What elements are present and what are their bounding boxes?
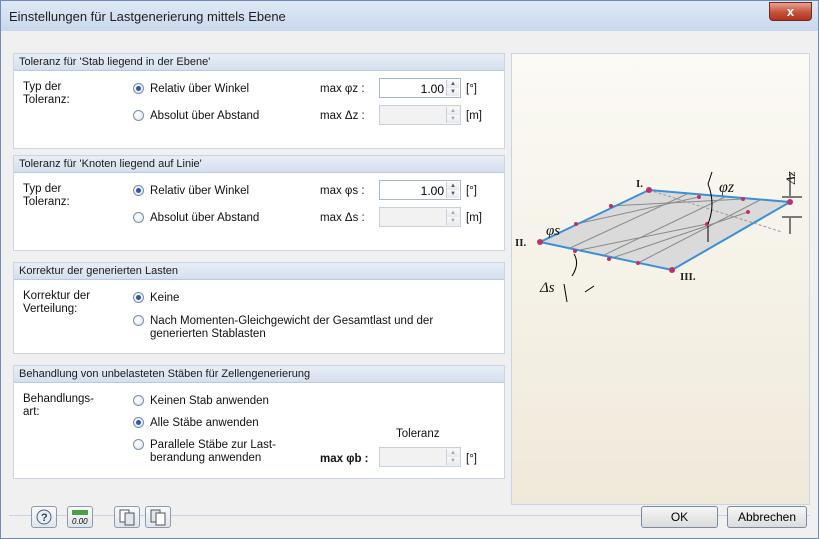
spin-down-icon[interactable]: ▼ [447,217,459,225]
max-delta-s-spinner[interactable]: ▲ ▼ [379,207,461,227]
decimal-icon: 0.00 [72,510,88,526]
spin-up-icon[interactable]: ▲ [447,107,459,115]
max-phi-z-value[interactable]: 1.00 [421,82,444,96]
max-delta-s-label: max Δs : [320,212,365,224]
radio-absolute-distance[interactable] [133,212,144,223]
max-phi-b-label: max φb : [320,453,369,465]
spinner-arrows[interactable]: ▲ ▼ [446,209,459,225]
unit-deg: [°] [466,83,477,95]
max-delta-z-spinner[interactable]: ▲ ▼ [379,105,461,125]
panel-header: Toleranz für 'Knoten liegend auf Linie' [14,156,504,173]
paste-settings-icon [150,509,166,526]
panel-header: Toleranz für 'Stab liegend in der Ebene' [14,54,504,71]
spin-down-icon[interactable]: ▼ [447,457,459,465]
phi-s-label: φs [546,223,560,239]
help-button[interactable]: ? [31,506,57,528]
radio-absolute-distance-label[interactable]: Absolut über Abstand [150,212,259,225]
radio-absolute-distance[interactable] [133,110,144,121]
plane-surface [540,190,790,270]
delta-s-label: Δs [539,280,555,296]
dialog-client: Toleranz für 'Stab liegend in der Ebene'… [9,31,810,531]
ok-button[interactable]: OK [641,506,718,528]
unit-m: [m] [466,110,482,122]
tolerance-label: Toleranz [396,428,440,440]
radio-relative-angle-label[interactable]: Relativ über Winkel [150,83,249,96]
radio-none-label[interactable]: Keine [150,292,179,305]
radio-relative-angle[interactable] [133,185,144,196]
copy-settings-button[interactable] [114,506,140,528]
delta-z-label: Δz [783,171,798,185]
node-label-ii: II. [515,237,527,249]
max-delta-z-label: max Δz : [320,110,365,122]
dialog-window: Einstellungen für Lastgenerierung mittel… [0,0,819,539]
decimal-places-button[interactable]: 0.00 [67,506,93,528]
plane-diagram: I. II. III. φz φs Δs Δz [515,171,802,303]
spin-down-icon[interactable]: ▼ [447,190,459,198]
radio-no-member[interactable] [133,395,144,406]
treatment-type-label: Behandlungs-art: [23,393,94,418]
tolerance-type-label: Typ der Toleranz: [23,81,70,106]
unit-deg: [°] [466,453,477,465]
spin-up-icon[interactable]: ▲ [447,449,459,457]
panel-unloaded-members: Behandlung von unbelasteten Stäben für Z… [13,365,505,479]
radio-all-members[interactable] [133,417,144,428]
title-bar[interactable]: Einstellungen für Lastgenerierung mittel… [1,1,818,31]
copy-settings-icon [119,509,135,526]
spin-up-icon[interactable]: ▲ [447,209,459,217]
close-button[interactable]: x [769,2,812,21]
radio-parallel-members[interactable] [133,439,144,450]
unit-deg: [°] [466,185,477,197]
radio-parallel-members-label[interactable]: Parallele Stäbe zur Last-berandung anwen… [150,439,290,465]
svg-text:?: ? [41,512,48,524]
panel-node-on-line-tolerance: Toleranz für 'Knoten liegend auf Linie' … [13,155,505,251]
radio-relative-angle-label[interactable]: Relativ über Winkel [150,185,249,198]
help-icon: ? [36,509,52,525]
svg-text:0.00: 0.00 [72,517,88,526]
radio-absolute-distance-label[interactable]: Absolut über Abstand [150,110,259,123]
max-phi-s-spinner[interactable]: 1.00 ▲ ▼ [379,180,461,200]
spin-up-icon[interactable]: ▲ [447,80,459,88]
radio-moment-equilibrium-label[interactable]: Nach Momenten-Gleichgewicht der Gesamtla… [150,315,440,341]
spinner-arrows[interactable]: ▲ ▼ [446,80,459,96]
max-phi-s-value[interactable]: 1.00 [421,184,444,198]
spin-up-icon[interactable]: ▲ [447,182,459,190]
radio-relative-angle[interactable] [133,83,144,94]
spin-down-icon[interactable]: ▼ [447,88,459,96]
max-phi-z-label: max φz : [320,83,365,95]
spin-down-icon[interactable]: ▼ [447,115,459,123]
max-phi-b-spinner[interactable]: ▲ ▼ [379,447,461,467]
spinner-arrows[interactable]: ▲ ▼ [446,449,459,465]
spinner-arrows[interactable]: ▲ ▼ [446,182,459,198]
max-phi-s-label: max φs : [320,185,365,197]
max-phi-z-spinner[interactable]: 1.00 ▲ ▼ [379,78,461,98]
radio-no-member-label[interactable]: Keinen Stab anwenden [150,395,269,408]
correction-type-label: Korrektur der Verteilung: [23,290,91,315]
panel-header: Behandlung von unbelasteten Stäben für Z… [14,366,504,383]
spinner-arrows[interactable]: ▲ ▼ [446,107,459,123]
panel-header: Korrektur der generierten Lasten [14,263,504,280]
phi-z-label: φz [719,179,735,196]
node-label-iii: III. [680,271,696,283]
node-label-i: I. [636,178,643,190]
radio-all-members-label[interactable]: Alle Stäbe anwenden [150,417,259,430]
tolerance-illustration: I. II. III. φz φs Δs Δz [511,53,810,505]
window-title: Einstellungen für Lastgenerierung mittel… [9,9,286,24]
panel-load-correction: Korrektur der generierten Lasten Korrekt… [13,262,505,354]
paste-settings-button[interactable] [145,506,171,528]
tolerance-type-label: Typ der Toleranz: [23,183,70,208]
radio-moment-equilibrium[interactable] [133,315,144,326]
cancel-button[interactable]: Abbrechen [727,506,807,528]
panel-member-in-plane-tolerance: Toleranz für 'Stab liegend in der Ebene'… [13,53,505,149]
unit-m: [m] [466,212,482,224]
radio-none[interactable] [133,292,144,303]
